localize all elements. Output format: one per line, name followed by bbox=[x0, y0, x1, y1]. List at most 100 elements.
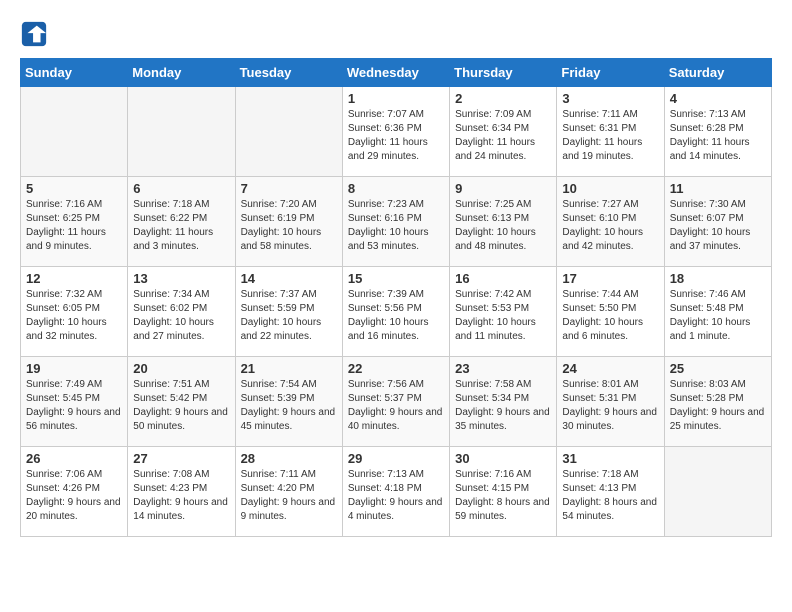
week-row-3: 12 Sunrise: 7:32 AM Sunset: 6:05 PM Dayli… bbox=[21, 267, 772, 357]
day-cell: 5Sunrise: 7:16 AM Sunset: 6:25 PM Daylig… bbox=[21, 177, 128, 267]
day-info: Sunrise: 7:11 AM Sunset: 6:31 PM Dayligh… bbox=[562, 108, 658, 164]
day-header-saturday: Saturday bbox=[664, 59, 771, 87]
logo bbox=[20, 20, 50, 48]
day-info: Sunrise: 7:20 AM Sunset: 6:19 PM Dayligh… bbox=[241, 198, 337, 254]
day-info: Sunrise: 7:27 AM Sunset: 6:10 PM Dayligh… bbox=[562, 198, 658, 254]
day-number: 20 bbox=[133, 361, 229, 376]
day-cell: 20 Sunrise: 7:51 AM Sunset: 5:42 PM Dayli… bbox=[128, 357, 235, 447]
week-row-1: 1 Sunrise: 7:07 AM Sunset: 6:36 PM Daylig… bbox=[21, 87, 772, 177]
day-number: 15 bbox=[348, 271, 444, 286]
day-info: Sunrise: 7:37 AM Sunset: 5:59 PM Dayligh… bbox=[241, 288, 337, 344]
day-number: 10 bbox=[562, 181, 658, 196]
day-info: Sunrise: 7:13 AM Sunset: 4:18 PM Dayligh… bbox=[348, 468, 444, 524]
day-cell: 10 Sunrise: 7:27 AM Sunset: 6:10 PM Dayli… bbox=[557, 177, 664, 267]
day-number: 3 bbox=[562, 91, 658, 106]
day-info: Sunrise: 7:46 AM Sunset: 5:48 PM Dayligh… bbox=[670, 288, 766, 344]
day-number: 19 bbox=[26, 361, 122, 376]
week-row-4: 19 Sunrise: 7:49 AM Sunset: 5:45 PM Dayli… bbox=[21, 357, 772, 447]
day-number: 26 bbox=[26, 451, 122, 466]
day-number: 1 bbox=[348, 91, 444, 106]
day-cell: 2 Sunrise: 7:09 AM Sunset: 6:34 PM Daylig… bbox=[450, 87, 557, 177]
day-number: 12 bbox=[26, 271, 122, 286]
page-header bbox=[20, 20, 772, 48]
day-cell: 7 Sunrise: 7:20 AM Sunset: 6:19 PM Daylig… bbox=[235, 177, 342, 267]
day-number: 23 bbox=[455, 361, 551, 376]
week-row-5: 26Sunrise: 7:06 AM Sunset: 4:26 PM Dayli… bbox=[21, 447, 772, 537]
day-cell: 13 Sunrise: 7:34 AM Sunset: 6:02 PM Dayli… bbox=[128, 267, 235, 357]
day-info: Sunrise: 7:32 AM Sunset: 6:05 PM Dayligh… bbox=[26, 288, 122, 344]
day-cell: 22 Sunrise: 7:56 AM Sunset: 5:37 PM Dayli… bbox=[342, 357, 449, 447]
day-cell: 30 Sunrise: 7:16 AM Sunset: 4:15 PM Dayli… bbox=[450, 447, 557, 537]
day-cell: 1 Sunrise: 7:07 AM Sunset: 6:36 PM Daylig… bbox=[342, 87, 449, 177]
day-cell: 29Sunrise: 7:13 AM Sunset: 4:18 PM Dayli… bbox=[342, 447, 449, 537]
day-info: Sunrise: 7:58 AM Sunset: 5:34 PM Dayligh… bbox=[455, 378, 551, 434]
day-number: 4 bbox=[670, 91, 766, 106]
day-info: Sunrise: 7:30 AM Sunset: 6:07 PM Dayligh… bbox=[670, 198, 766, 254]
day-cell: 27 Sunrise: 7:08 AM Sunset: 4:23 PM Dayli… bbox=[128, 447, 235, 537]
day-number: 2 bbox=[455, 91, 551, 106]
day-header-sunday: Sunday bbox=[21, 59, 128, 87]
day-info: Sunrise: 7:13 AM Sunset: 6:28 PM Dayligh… bbox=[670, 108, 766, 164]
day-info: Sunrise: 7:09 AM Sunset: 6:34 PM Dayligh… bbox=[455, 108, 551, 164]
day-cell bbox=[128, 87, 235, 177]
day-header-wednesday: Wednesday bbox=[342, 59, 449, 87]
days-header-row: SundayMondayTuesdayWednesdayThursdayFrid… bbox=[21, 59, 772, 87]
day-number: 16 bbox=[455, 271, 551, 286]
day-info: Sunrise: 7:54 AM Sunset: 5:39 PM Dayligh… bbox=[241, 378, 337, 434]
day-number: 13 bbox=[133, 271, 229, 286]
day-info: Sunrise: 7:25 AM Sunset: 6:13 PM Dayligh… bbox=[455, 198, 551, 254]
logo-icon bbox=[20, 20, 48, 48]
day-number: 18 bbox=[670, 271, 766, 286]
day-info: Sunrise: 8:01 AM Sunset: 5:31 PM Dayligh… bbox=[562, 378, 658, 434]
day-number: 8 bbox=[348, 181, 444, 196]
day-header-friday: Friday bbox=[557, 59, 664, 87]
day-cell bbox=[235, 87, 342, 177]
day-info: Sunrise: 7:56 AM Sunset: 5:37 PM Dayligh… bbox=[348, 378, 444, 434]
day-number: 17 bbox=[562, 271, 658, 286]
day-number: 22 bbox=[348, 361, 444, 376]
day-header-tuesday: Tuesday bbox=[235, 59, 342, 87]
day-cell: 3 Sunrise: 7:11 AM Sunset: 6:31 PM Daylig… bbox=[557, 87, 664, 177]
day-number: 30 bbox=[455, 451, 551, 466]
day-info: Sunrise: 7:42 AM Sunset: 5:53 PM Dayligh… bbox=[455, 288, 551, 344]
day-cell: 4 Sunrise: 7:13 AM Sunset: 6:28 PM Daylig… bbox=[664, 87, 771, 177]
day-info: Sunrise: 7:18 AM Sunset: 4:13 PM Dayligh… bbox=[562, 468, 658, 524]
day-number: 21 bbox=[241, 361, 337, 376]
day-cell: 28Sunrise: 7:11 AM Sunset: 4:20 PM Dayli… bbox=[235, 447, 342, 537]
day-header-monday: Monday bbox=[128, 59, 235, 87]
calendar-table: SundayMondayTuesdayWednesdayThursdayFrid… bbox=[20, 58, 772, 537]
day-cell: 16 Sunrise: 7:42 AM Sunset: 5:53 PM Dayli… bbox=[450, 267, 557, 357]
day-number: 11 bbox=[670, 181, 766, 196]
day-info: Sunrise: 7:18 AM Sunset: 6:22 PM Dayligh… bbox=[133, 198, 229, 254]
day-number: 31 bbox=[562, 451, 658, 466]
day-number: 6 bbox=[133, 181, 229, 196]
day-cell bbox=[21, 87, 128, 177]
day-cell: 25Sunrise: 8:03 AM Sunset: 5:28 PM Dayli… bbox=[664, 357, 771, 447]
day-number: 24 bbox=[562, 361, 658, 376]
day-info: Sunrise: 7:08 AM Sunset: 4:23 PM Dayligh… bbox=[133, 468, 229, 524]
day-cell: 15Sunrise: 7:39 AM Sunset: 5:56 PM Dayli… bbox=[342, 267, 449, 357]
day-cell: 8 Sunrise: 7:23 AM Sunset: 6:16 PM Daylig… bbox=[342, 177, 449, 267]
day-number: 27 bbox=[133, 451, 229, 466]
day-cell: 31 Sunrise: 7:18 AM Sunset: 4:13 PM Dayli… bbox=[557, 447, 664, 537]
day-cell: 23 Sunrise: 7:58 AM Sunset: 5:34 PM Dayli… bbox=[450, 357, 557, 447]
day-info: Sunrise: 7:11 AM Sunset: 4:20 PM Dayligh… bbox=[241, 468, 337, 524]
day-cell: 11 Sunrise: 7:30 AM Sunset: 6:07 PM Dayli… bbox=[664, 177, 771, 267]
day-info: Sunrise: 7:51 AM Sunset: 5:42 PM Dayligh… bbox=[133, 378, 229, 434]
day-cell: 21 Sunrise: 7:54 AM Sunset: 5:39 PM Dayli… bbox=[235, 357, 342, 447]
week-row-2: 5Sunrise: 7:16 AM Sunset: 6:25 PM Daylig… bbox=[21, 177, 772, 267]
day-info: Sunrise: 7:23 AM Sunset: 6:16 PM Dayligh… bbox=[348, 198, 444, 254]
day-cell: 9Sunrise: 7:25 AM Sunset: 6:13 PM Daylig… bbox=[450, 177, 557, 267]
day-cell: 12 Sunrise: 7:32 AM Sunset: 6:05 PM Dayli… bbox=[21, 267, 128, 357]
day-cell: 24 Sunrise: 8:01 AM Sunset: 5:31 PM Dayli… bbox=[557, 357, 664, 447]
day-info: Sunrise: 7:16 AM Sunset: 6:25 PM Dayligh… bbox=[26, 198, 122, 254]
day-cell: 26Sunrise: 7:06 AM Sunset: 4:26 PM Dayli… bbox=[21, 447, 128, 537]
day-info: Sunrise: 7:49 AM Sunset: 5:45 PM Dayligh… bbox=[26, 378, 122, 434]
day-number: 14 bbox=[241, 271, 337, 286]
day-cell: 19 Sunrise: 7:49 AM Sunset: 5:45 PM Dayli… bbox=[21, 357, 128, 447]
day-info: Sunrise: 7:16 AM Sunset: 4:15 PM Dayligh… bbox=[455, 468, 551, 524]
day-number: 7 bbox=[241, 181, 337, 196]
day-info: Sunrise: 7:34 AM Sunset: 6:02 PM Dayligh… bbox=[133, 288, 229, 344]
day-info: Sunrise: 7:07 AM Sunset: 6:36 PM Dayligh… bbox=[348, 108, 444, 164]
day-cell: 18 Sunrise: 7:46 AM Sunset: 5:48 PM Dayli… bbox=[664, 267, 771, 357]
